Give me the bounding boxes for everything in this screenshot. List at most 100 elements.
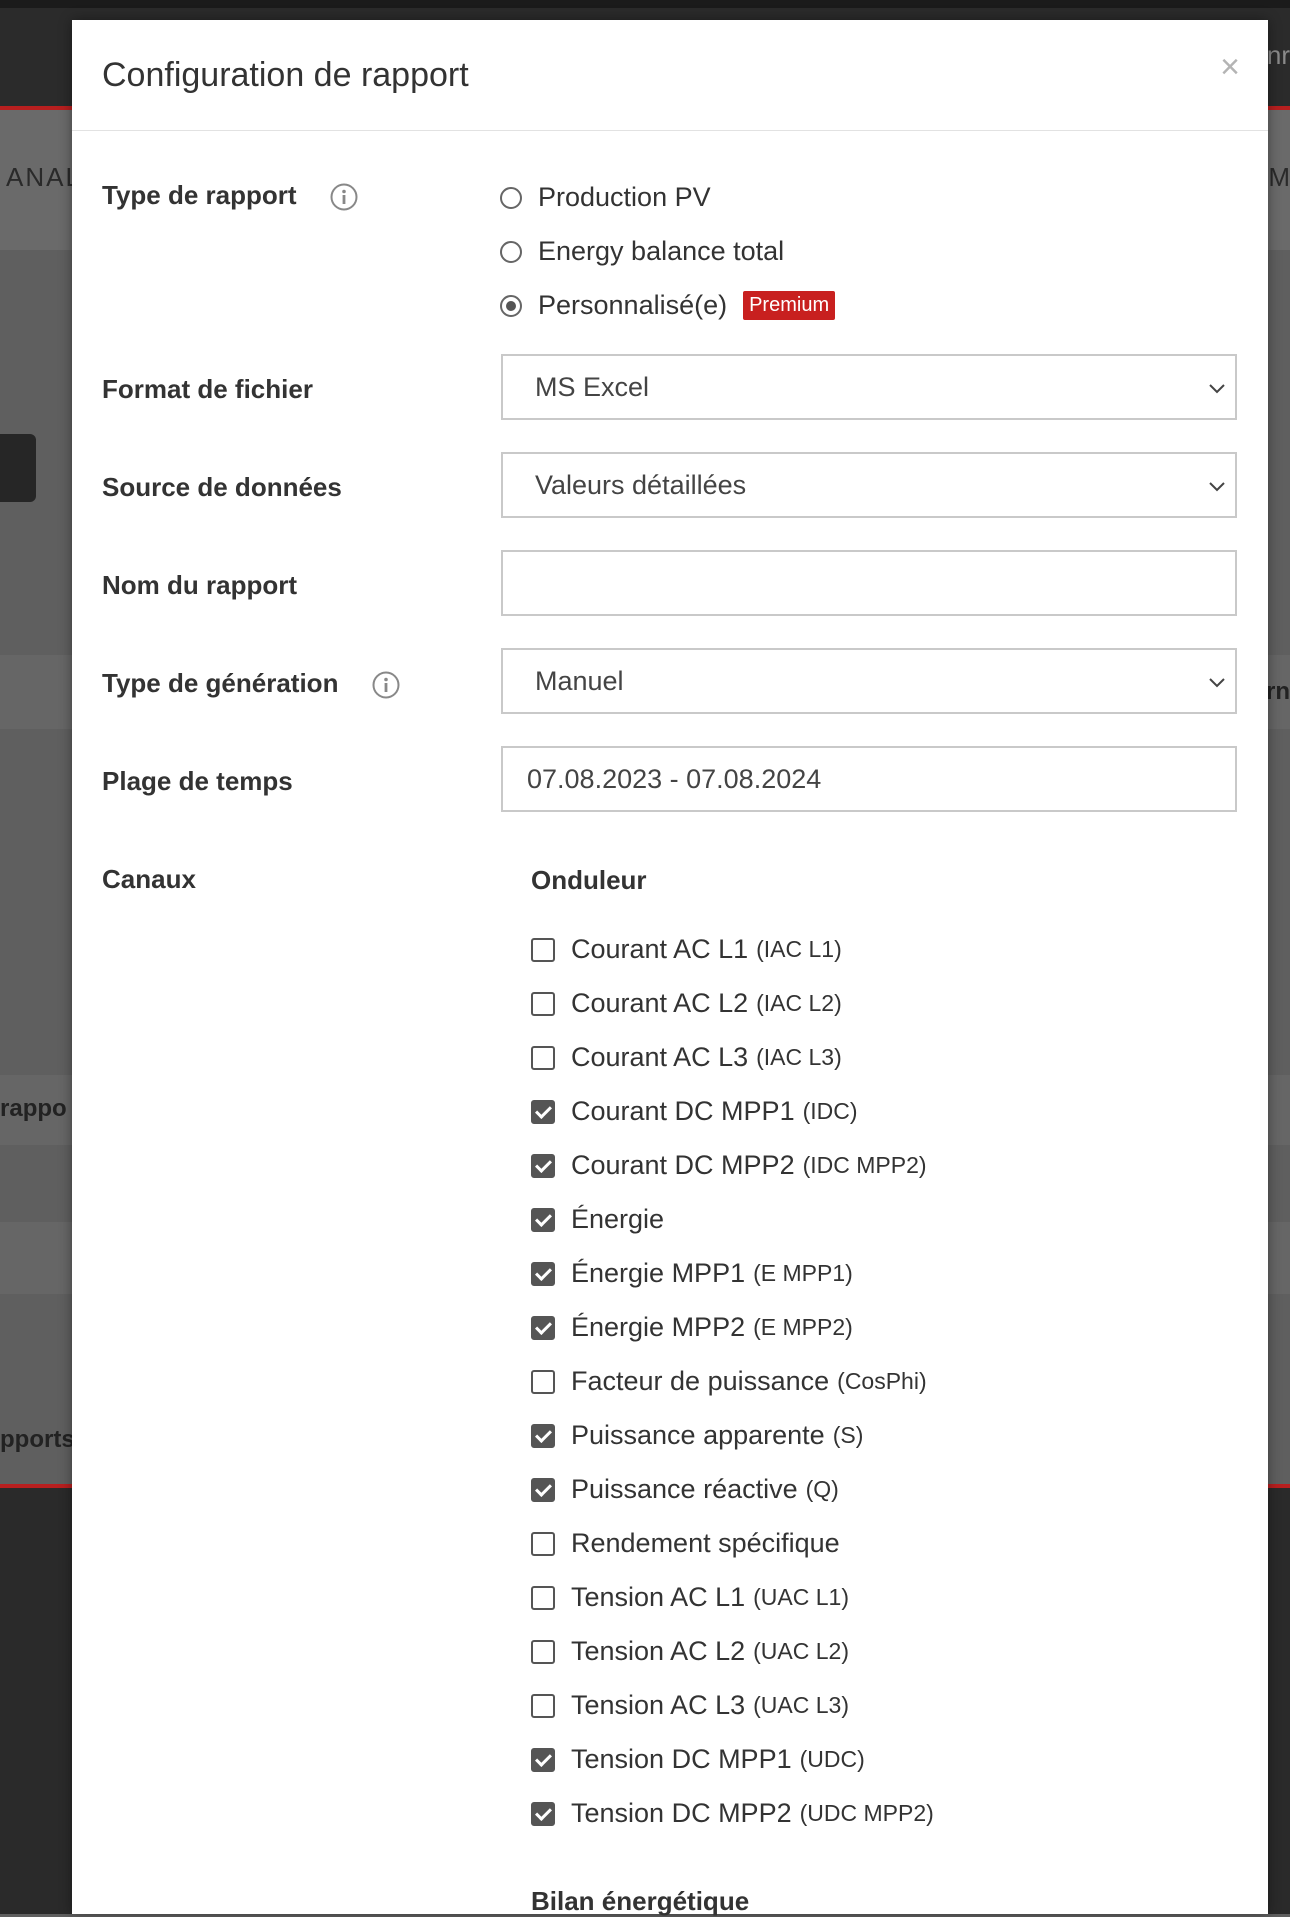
report-type-label: Type de rapport <box>102 180 358 211</box>
report-config-dialog: Configuration de rapport × Type de rappo… <box>72 20 1268 1916</box>
channel-checkbox-row[interactable]: Facteur de puissance (CosPhi) <box>531 1366 927 1397</box>
channel-label: Tension AC L1 <box>571 1582 746 1612</box>
channel-checkbox-row[interactable]: Énergie MPP2 (E MPP2) <box>531 1312 853 1343</box>
report-name-label: Nom du rapport <box>102 570 297 600</box>
chevron-down-icon <box>1209 384 1225 394</box>
channel-checkbox-row[interactable]: Tension DC MPP1 (UDC) <box>531 1744 865 1775</box>
checkbox[interactable] <box>531 991 555 1016</box>
checkbox-checked[interactable] <box>531 1261 555 1286</box>
generation-type-select[interactable]: Manuel <box>501 648 1237 714</box>
channel-label: Facteur de puissance <box>571 1366 830 1396</box>
channel-group-title-onduleur: Onduleur <box>531 865 647 895</box>
channel-checkbox-row[interactable]: Tension AC L1 (UAC L1) <box>531 1582 849 1613</box>
background-row-text: rn <box>1266 678 1290 705</box>
background-row-text: pports <box>0 1426 75 1453</box>
channel-code: (IAC L3) <box>756 1044 842 1070</box>
checkbox-checked[interactable] <box>531 1747 555 1772</box>
report-name-input[interactable] <box>501 550 1237 616</box>
time-range-label: Plage de temps <box>102 766 293 796</box>
channel-checkbox-row[interactable]: Courant AC L3 (IAC L3) <box>531 1042 842 1073</box>
radio-button-selected[interactable] <box>500 294 522 317</box>
checkbox-checked[interactable] <box>531 1423 555 1448</box>
radio-production-pv[interactable]: Production PV <box>500 182 711 213</box>
channel-code: (UAC L3) <box>753 1692 849 1718</box>
channel-label: Tension AC L2 <box>571 1636 746 1666</box>
channel-checkbox-row[interactable]: Énergie <box>531 1204 672 1235</box>
channel-checkbox-row[interactable]: Tension DC MPP2 (UDC MPP2) <box>531 1798 934 1829</box>
channels-label: Canaux <box>102 864 196 894</box>
info-icon[interactable] <box>372 671 400 699</box>
channel-checkbox-row[interactable]: Courant AC L2 (IAC L2) <box>531 988 842 1019</box>
channel-label: Courant DC MPP2 <box>571 1150 795 1180</box>
channel-label: Courant AC L1 <box>571 934 749 964</box>
checkbox[interactable] <box>531 1693 555 1718</box>
channel-label: Puissance apparente <box>571 1420 825 1450</box>
channel-code: (E MPP1) <box>753 1260 853 1286</box>
close-icon[interactable]: × <box>1220 50 1240 84</box>
checkbox-checked[interactable] <box>531 1315 555 1340</box>
dialog-title: Configuration de rapport <box>102 56 469 94</box>
channel-code: (UDC MPP2) <box>799 1800 934 1826</box>
background-nav-item-right: M <box>1268 162 1290 192</box>
radio-personnalise[interactable]: Personnalisé(e) Premium <box>500 290 836 321</box>
channel-code: (IAC L1) <box>756 936 842 962</box>
checkbox[interactable] <box>531 1369 555 1394</box>
channel-label: Tension AC L3 <box>571 1690 746 1720</box>
checkbox-checked[interactable] <box>531 1099 555 1124</box>
checkbox[interactable] <box>531 937 555 962</box>
channel-code: (UAC L1) <box>753 1584 849 1610</box>
background-button <box>0 434 36 502</box>
channel-label: Tension DC MPP1 <box>571 1744 792 1774</box>
radio-button[interactable] <box>500 186 522 209</box>
channel-checkbox-row[interactable]: Puissance réactive (Q) <box>531 1474 839 1505</box>
radio-label: Energy balance total <box>538 236 785 266</box>
time-range-value: 07.08.2023 - 07.08.2024 <box>527 763 822 794</box>
data-source-value: Valeurs détaillées <box>535 469 747 500</box>
checkbox-checked[interactable] <box>531 1801 555 1826</box>
radio-energy-balance-total[interactable]: Energy balance total <box>500 236 784 267</box>
checkbox[interactable] <box>531 1045 555 1070</box>
channel-label: Courant DC MPP1 <box>571 1096 795 1126</box>
channel-code: (UDC) <box>799 1746 865 1772</box>
channel-label: Tension DC MPP2 <box>571 1798 792 1828</box>
checkbox-checked[interactable] <box>531 1207 555 1232</box>
file-format-value: MS Excel <box>535 371 650 402</box>
channel-code: (CosPhi) <box>837 1368 927 1394</box>
checkbox[interactable] <box>531 1585 555 1610</box>
channel-code: (E MPP2) <box>753 1314 853 1340</box>
channel-checkbox-row[interactable]: Courant AC L1 (IAC L1) <box>531 934 842 965</box>
checkbox-checked[interactable] <box>531 1153 555 1178</box>
report-type-label-text: Type de rapport <box>102 180 297 210</box>
chevron-down-icon <box>1209 482 1225 492</box>
data-source-label: Source de données <box>102 472 342 502</box>
data-source-select[interactable]: Valeurs détaillées <box>501 452 1237 518</box>
generation-type-value: Manuel <box>535 665 624 696</box>
channel-checkbox-row[interactable]: Énergie MPP1 (E MPP1) <box>531 1258 853 1289</box>
radio-label: Production PV <box>538 182 711 212</box>
channel-checkbox-row[interactable]: Courant DC MPP1 (IDC) <box>531 1096 858 1127</box>
background-nav-item: ANAL <box>6 162 82 192</box>
channel-group-title-bilan: Bilan énergétique <box>531 1886 750 1916</box>
generation-type-label: Type de génération <box>102 668 400 699</box>
channel-code: (UAC L2) <box>753 1638 849 1664</box>
radio-button[interactable] <box>500 240 522 263</box>
channel-label: Énergie MPP1 <box>571 1258 746 1288</box>
checkbox[interactable] <box>531 1639 555 1664</box>
checkbox[interactable] <box>531 1531 555 1556</box>
file-format-select[interactable]: MS Excel <box>501 354 1237 420</box>
channel-checkbox-row[interactable]: Tension AC L2 (UAC L2) <box>531 1636 849 1667</box>
channel-checkbox-row[interactable]: Puissance apparente (S) <box>531 1420 863 1451</box>
channel-label: Énergie MPP2 <box>571 1312 746 1342</box>
channel-code: (IAC L2) <box>756 990 842 1016</box>
channel-checkbox-row[interactable]: Courant DC MPP2 (IDC MPP2) <box>531 1150 927 1181</box>
channel-checkbox-row[interactable]: Rendement spécifique <box>531 1528 848 1559</box>
info-icon[interactable] <box>330 183 358 211</box>
file-format-label: Format de fichier <box>102 374 313 404</box>
channel-code: (IDC MPP2) <box>802 1152 927 1178</box>
chevron-down-icon <box>1209 678 1225 688</box>
channel-code: (IDC) <box>802 1098 858 1124</box>
dialog-header: Configuration de rapport × <box>72 20 1268 131</box>
checkbox-checked[interactable] <box>531 1477 555 1502</box>
channel-checkbox-row[interactable]: Tension AC L3 (UAC L3) <box>531 1690 849 1721</box>
time-range-input[interactable]: 07.08.2023 - 07.08.2024 <box>501 746 1237 812</box>
